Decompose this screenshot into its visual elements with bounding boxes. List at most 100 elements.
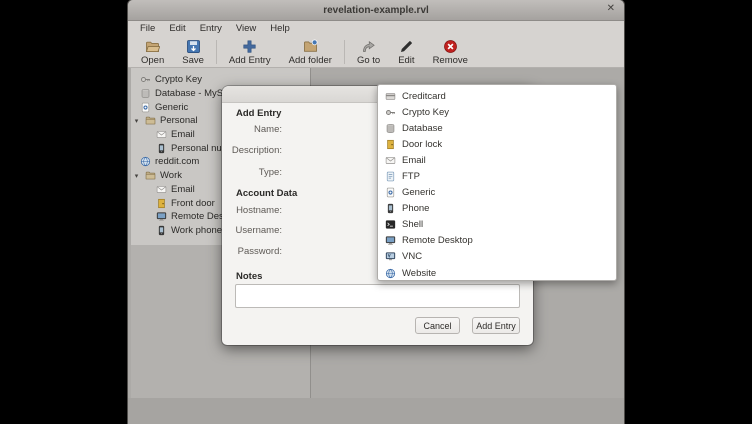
- key-icon: [140, 74, 151, 85]
- type-option-label: Phone: [402, 203, 429, 214]
- type-option-website[interactable]: Website: [378, 265, 616, 281]
- add-folder-icon: [303, 39, 318, 54]
- save-icon: [186, 39, 201, 54]
- toolbar-save[interactable]: Save: [173, 37, 213, 67]
- toolbar-item-label: Edit: [398, 55, 414, 66]
- toolbar-item-label: Add Entry: [229, 55, 271, 66]
- remote-desktop-icon: [385, 235, 396, 246]
- type-dropdown-list: Creditcard Crypto Key Database Door lock…: [377, 84, 617, 281]
- type-option-database[interactable]: Database: [378, 120, 616, 136]
- doorlock-icon: [385, 139, 396, 150]
- notes-input[interactable]: [235, 284, 520, 308]
- type-option-vnc[interactable]: VNC: [378, 249, 616, 265]
- tree-item-label: Work phone: [171, 225, 222, 236]
- password-label: Password:: [222, 246, 282, 257]
- type-option-label: Email: [402, 155, 426, 166]
- doorlock-icon: [156, 198, 167, 209]
- notes-label: Notes: [236, 271, 262, 282]
- key-icon: [385, 107, 396, 118]
- menu-view[interactable]: View: [229, 22, 263, 35]
- add-entry-button[interactable]: Add Entry: [472, 317, 520, 334]
- email-icon: [156, 129, 167, 140]
- tree-item-label: Generic: [155, 102, 188, 113]
- goto-icon: [361, 39, 376, 54]
- toolbar-item-label: Remove: [433, 55, 468, 66]
- type-label: Type:: [222, 167, 282, 178]
- tree-item-label: Email: [171, 184, 195, 195]
- generic-icon: [140, 102, 151, 113]
- tree-item-label: reddit.com: [155, 156, 199, 167]
- type-option-crypto-key[interactable]: Crypto Key: [378, 104, 616, 120]
- type-option-shell[interactable]: Shell: [378, 217, 616, 233]
- name-label: Name:: [222, 124, 282, 135]
- toolbar-item-label: Add folder: [289, 55, 332, 66]
- dialog-header: Add Entry: [236, 108, 281, 119]
- type-option-door-lock[interactable]: Door lock: [378, 136, 616, 152]
- type-option-label: Shell: [402, 219, 423, 230]
- hostname-label: Hostname:: [222, 205, 282, 216]
- cancel-button[interactable]: Cancel: [415, 317, 460, 334]
- type-option-ftp[interactable]: FTP: [378, 168, 616, 184]
- tree-item-label: Work: [160, 170, 182, 181]
- menu-file[interactable]: File: [133, 22, 162, 35]
- toolbar-add-entry[interactable]: Add Entry: [220, 37, 280, 67]
- toolbar-remove[interactable]: Remove: [424, 37, 477, 67]
- email-icon: [156, 184, 167, 195]
- type-option-label: Door lock: [402, 139, 442, 150]
- toolbar-item-label: Open: [141, 55, 164, 66]
- tree-item-label: Personal: [160, 115, 198, 126]
- phone-icon: [156, 143, 167, 154]
- type-option-generic[interactable]: Generic: [378, 185, 616, 201]
- toolbar: Open Save Add Entry Add folder Go to Edi…: [128, 36, 624, 68]
- type-option-remote-desktop[interactable]: Remote Desktop: [378, 233, 616, 249]
- type-option-label: Generic: [402, 187, 435, 198]
- add-entry-icon: [242, 39, 257, 54]
- phone-icon: [156, 225, 167, 236]
- tree-item-label: Email: [171, 129, 195, 140]
- type-option-email[interactable]: Email: [378, 152, 616, 168]
- toolbar-add-folder[interactable]: Add folder: [280, 37, 341, 67]
- toolbar-separator: [216, 40, 217, 64]
- type-option-label: Remote Desktop: [402, 235, 473, 246]
- toolbar-open[interactable]: Open: [132, 37, 173, 67]
- tree-item-label: Crypto Key: [155, 74, 202, 85]
- type-option-creditcard[interactable]: Creditcard: [378, 88, 616, 104]
- type-option-label: FTP: [402, 171, 420, 182]
- titlebar[interactable]: revelation-example.rvl ✕: [128, 0, 624, 21]
- account-data-section-label: Account Data: [236, 188, 297, 199]
- edit-icon: [399, 39, 414, 54]
- database-icon: [385, 123, 396, 134]
- bottom-strip: [128, 398, 624, 424]
- website-icon: [385, 268, 396, 279]
- ftp-icon: [385, 171, 396, 182]
- shell-icon: [385, 219, 396, 230]
- tree-item-label: Front door: [171, 198, 215, 209]
- tree-item-crypto-key[interactable]: Crypto Key: [131, 73, 310, 87]
- expander-icon[interactable]: ▾: [132, 117, 141, 125]
- menu-edit[interactable]: Edit: [162, 22, 192, 35]
- toolbar-go-to[interactable]: Go to: [348, 37, 389, 67]
- username-label: Username:: [222, 225, 282, 236]
- expander-icon[interactable]: ▾: [132, 172, 141, 180]
- type-option-phone[interactable]: Phone: [378, 201, 616, 217]
- menu-entry[interactable]: Entry: [193, 22, 229, 35]
- type-option-label: Creditcard: [402, 91, 446, 102]
- add-entry-dialog: Add Entry Name: Description: Type: Accou…: [222, 86, 533, 345]
- website-icon: [140, 156, 151, 167]
- window-title: revelation-example.rvl: [323, 5, 429, 16]
- close-icon[interactable]: ✕: [607, 3, 615, 14]
- folder-icon: [145, 115, 156, 126]
- type-option-label: VNC: [402, 251, 422, 262]
- description-label: Description:: [222, 145, 282, 156]
- toolbar-item-label: Go to: [357, 55, 380, 66]
- toolbar-edit[interactable]: Edit: [389, 37, 423, 67]
- type-option-label: Crypto Key: [402, 107, 449, 118]
- vnc-icon: [385, 251, 396, 262]
- creditcard-icon: [385, 91, 396, 102]
- remove-icon: [443, 39, 458, 54]
- main-content: Crypto Key Database - MySQL e Generic ▾ …: [128, 68, 624, 424]
- menu-help[interactable]: Help: [263, 22, 297, 35]
- phone-icon: [385, 203, 396, 214]
- folder-icon: [145, 170, 156, 181]
- toolbar-item-label: Save: [182, 55, 204, 66]
